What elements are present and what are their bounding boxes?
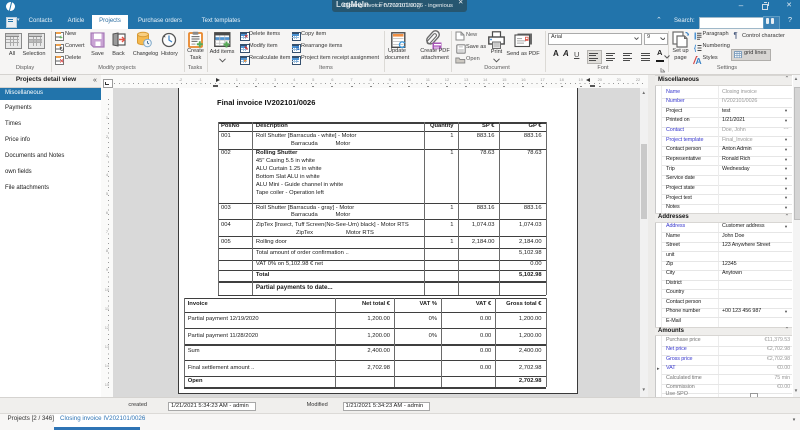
- svg-text:A: A: [695, 56, 701, 65]
